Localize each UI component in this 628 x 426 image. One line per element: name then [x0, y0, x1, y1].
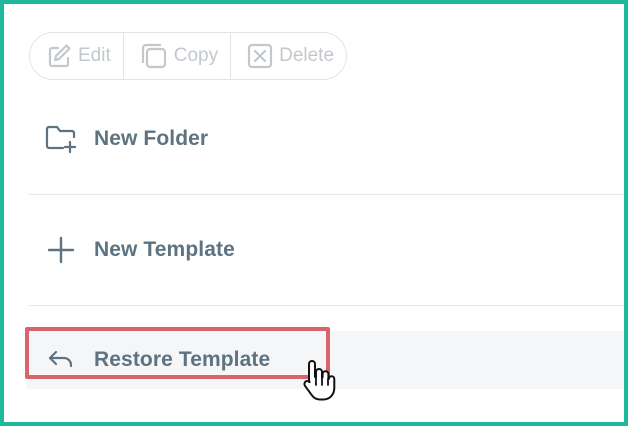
edit-button[interactable]: Edit: [30, 33, 123, 79]
folder-plus-icon: [44, 122, 78, 156]
plus-icon: [44, 233, 78, 267]
new-folder-action[interactable]: New Folder: [26, 84, 624, 194]
new-folder-label: New Folder: [94, 127, 209, 150]
delete-button[interactable]: Delete: [230, 33, 346, 79]
copy-button[interactable]: Copy: [122, 33, 230, 79]
copy-button-label: Copy: [173, 45, 219, 66]
restore-template-label: Restore Template: [94, 348, 271, 371]
undo-arrow-icon: [44, 343, 78, 377]
hand-pointer-cursor-icon: [302, 358, 338, 407]
edit-button-label: Edit: [78, 45, 111, 66]
edit-icon: [44, 41, 74, 71]
new-template-action[interactable]: New Template: [26, 195, 624, 305]
item-toolbar: Edit Copy Delete: [29, 32, 348, 80]
delete-icon: [245, 41, 275, 71]
delete-button-label: Delete: [279, 45, 335, 66]
list-divider: [29, 305, 624, 306]
screenshot-frame: Edit Copy Delete New Folder New Template…: [0, 0, 628, 426]
new-template-label: New Template: [94, 238, 235, 261]
copy-icon: [138, 40, 170, 72]
